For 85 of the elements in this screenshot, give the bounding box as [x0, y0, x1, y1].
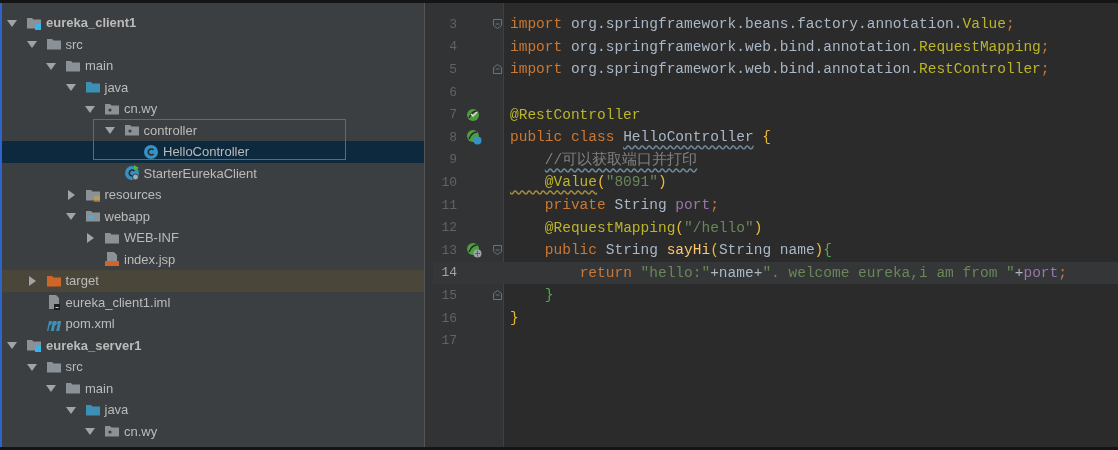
tree-item-label: StarterEurekaClient: [143, 165, 257, 181]
tree-item-label: eureka_server1: [46, 337, 142, 353]
tree-item-label: eureka_client1: [46, 15, 137, 31]
tree-item-label: index.jsp: [124, 251, 176, 267]
expanded-arrow-icon[interactable]: [104, 125, 115, 136]
tree-row[interactable]: resources: [2, 184, 424, 206]
folder-icon: [45, 36, 62, 53]
expanded-arrow-icon[interactable]: [26, 361, 37, 372]
tree-row[interactable]: WEB-INF: [2, 227, 424, 249]
expanded-arrow-icon[interactable]: [7, 340, 17, 351]
tree-item-label: webapp: [104, 208, 151, 224]
expanded-arrow-icon[interactable]: [46, 383, 56, 394]
package-folder-icon: [104, 423, 120, 440]
expanded-arrow-icon[interactable]: [65, 404, 76, 415]
tree-item-label: target: [65, 273, 99, 289]
tree-row[interactable]: StarterEurekaClient: [2, 162, 424, 184]
tree-row[interactable]: eureka_server1: [2, 334, 424, 356]
code-line: @Value("8091"): [543, 174, 667, 191]
expanded-arrow-icon[interactable]: [7, 17, 17, 28]
package-folder-icon: [123, 122, 140, 139]
fold-marker-icon[interactable]: [493, 19, 502, 30]
code-line: import org.springframework.web.bind.annotation.RequestMapping;: [510, 38, 1050, 55]
tree-item-label: src: [65, 359, 83, 375]
tree-row[interactable]: src: [2, 356, 424, 378]
bean-icon[interactable]: [466, 242, 482, 259]
tree-item-label: cn.wy: [124, 423, 158, 439]
collapsed-arrow-icon[interactable]: [85, 232, 95, 243]
tree-row[interactable]: target: [2, 270, 424, 292]
tree-row[interactable]: controller: [2, 119, 424, 141]
code-line: }: [543, 287, 554, 304]
tree-row[interactable]: cn.wy: [2, 420, 424, 442]
tree-row[interactable]: src: [2, 33, 424, 55]
tree-item-label: main: [85, 380, 114, 396]
tree-item-label: eureka_client1.iml: [65, 294, 171, 310]
collapsed-arrow-icon[interactable]: [65, 189, 76, 200]
fold-marker-icon[interactable]: [493, 245, 502, 256]
tree-item-label: resources: [104, 187, 162, 203]
code-line: @RestController: [510, 106, 641, 123]
tree-row[interactable]: webapp: [2, 205, 424, 227]
bean-icon[interactable]: [466, 107, 480, 122]
expanded-arrow-icon[interactable]: [85, 426, 95, 437]
tree-row[interactable]: main: [2, 377, 424, 399]
code-line: }: [510, 310, 519, 326]
code-line: @RequestMapping("/hello"): [543, 219, 763, 236]
web-folder-icon: [84, 208, 101, 225]
module-folder-icon: [26, 337, 42, 354]
tree-item-label: main: [85, 58, 114, 74]
tree-row[interactable]: eureka_client1.iml: [2, 291, 424, 313]
code-line: return "hello:"+name+". welcome eureka,i am from "+port;: [578, 264, 1067, 281]
tree-item-label: WEB-INF: [124, 230, 179, 246]
code-line: import org.springframework.beans.factory.annotation.Value;: [510, 16, 1015, 33]
tree-item-label: pom.xml: [65, 316, 115, 332]
code-line: import org.springframework.web.bind.annotation.RestController;: [510, 61, 1050, 78]
tree-item-label: cn.wy: [124, 101, 158, 117]
expanded-arrow-icon[interactable]: [26, 39, 37, 50]
tree-row[interactable]: java: [2, 76, 424, 98]
code-line: private String port;: [543, 197, 719, 214]
tree-row[interactable]: pom.xml: [2, 313, 424, 335]
fold-marker-icon[interactable]: [493, 290, 502, 301]
code-line: //可以获取端口并打印: [543, 150, 698, 170]
tree-row[interactable]: eureka_client1: [2, 12, 424, 34]
tree-item-label: java: [104, 79, 129, 95]
tree-item-label: controller: [143, 122, 197, 138]
expanded-arrow-icon[interactable]: [85, 103, 95, 114]
folder-icon: [84, 79, 101, 96]
tree-row[interactable]: index.jsp: [2, 248, 424, 270]
expanded-arrow-icon[interactable]: [65, 211, 76, 222]
code-line: public class HelloController {: [510, 129, 772, 146]
tree-row[interactable]: main: [2, 55, 424, 77]
tree-row[interactable]: java: [2, 399, 424, 421]
collapsed-arrow-icon[interactable]: [26, 275, 37, 286]
class-icon: [143, 143, 159, 160]
tree-row[interactable]: HelloController: [2, 141, 424, 163]
jsp-file-icon: [104, 251, 120, 268]
tree-item-label: java: [104, 402, 129, 418]
run-class-icon: [123, 165, 140, 182]
fold-marker-icon[interactable]: [493, 64, 502, 75]
tree-item-label: HelloController: [163, 144, 249, 160]
code-line: public String sayHi(String name){: [543, 242, 832, 259]
expanded-arrow-icon[interactable]: [46, 60, 56, 71]
folder-icon: [65, 380, 81, 397]
expanded-arrow-icon[interactable]: [65, 82, 76, 93]
line-number: 14: [440, 264, 457, 283]
tree-row[interactable]: cn.wy: [2, 98, 424, 120]
tree-item-label: src: [65, 36, 83, 52]
